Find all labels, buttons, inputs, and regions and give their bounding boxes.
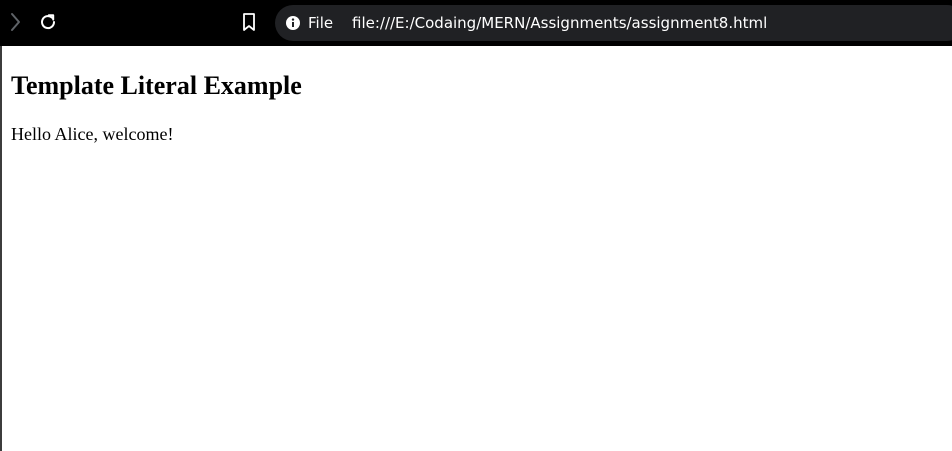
page-heading: Template Literal Example bbox=[11, 71, 302, 100]
reload-button[interactable] bbox=[34, 8, 62, 36]
bookmark-icon bbox=[243, 13, 255, 31]
reload-icon bbox=[41, 14, 56, 30]
address-bar-input[interactable]: file:///E:/Codaing/MERN/Assignments/assi… bbox=[352, 5, 767, 41]
window-border bbox=[0, 46, 2, 451]
bookmark-button[interactable] bbox=[235, 8, 263, 36]
forward-button[interactable] bbox=[1, 8, 29, 36]
chevron-right-icon bbox=[11, 13, 20, 31]
site-info-button[interactable]: File bbox=[285, 5, 333, 41]
greeting-text: Hello Alice, welcome! bbox=[11, 124, 174, 144]
page-content: Template Literal Example Hello Alice, we… bbox=[11, 46, 952, 451]
browser-window: File file:///E:/Codaing/MERN/Assignments… bbox=[0, 0, 952, 451]
omnibox[interactable]: File file:///E:/Codaing/MERN/Assignments… bbox=[275, 5, 952, 41]
browser-toolbar: File file:///E:/Codaing/MERN/Assignments… bbox=[0, 0, 952, 46]
info-icon bbox=[286, 16, 300, 30]
site-info-label: File bbox=[308, 14, 334, 32]
